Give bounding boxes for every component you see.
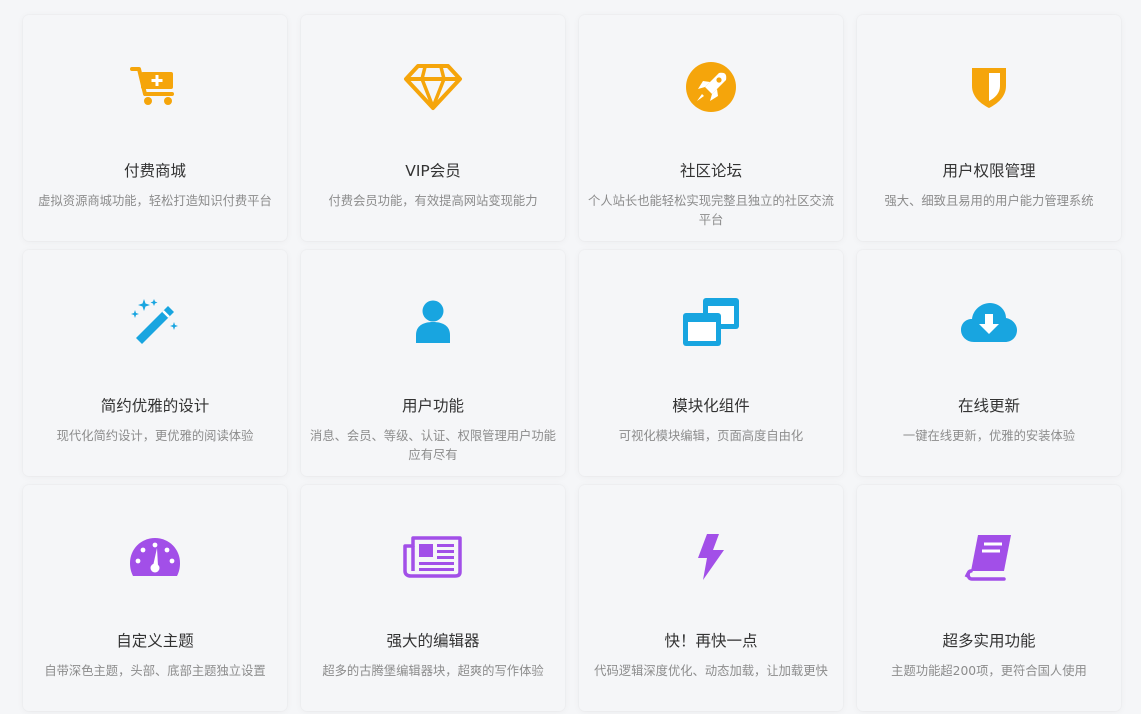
windows-restore-icon	[579, 292, 843, 352]
feature-card-online-update: 在线更新 一键在线更新，优雅的安装体验	[857, 250, 1121, 476]
feature-title: 快！再快一点	[664, 632, 758, 650]
feature-desc: 虚拟资源商城功能，轻松打造知识付费平台	[38, 194, 272, 208]
feature-card-paid-mall: 付费商城 虚拟资源商城功能，轻松打造知识付费平台	[23, 15, 287, 241]
lightning-bolt-icon	[579, 527, 843, 587]
feature-title: 超多实用功能	[942, 632, 1036, 650]
cloud-download-icon	[857, 292, 1121, 352]
feature-title: 在线更新	[957, 397, 1020, 415]
feature-title: 用户功能	[401, 397, 464, 415]
feature-title: 用户权限管理	[942, 162, 1036, 180]
feature-desc: 代码逻辑深度优化、动态加载，让加载更快	[594, 664, 828, 678]
feature-desc: 自带深色主题，头部、底部主题独立设置	[44, 664, 266, 678]
feature-card-custom-theme: 自定义主题 自带深色主题，头部、底部主题独立设置	[23, 485, 287, 711]
feature-title: 社区论坛	[679, 162, 742, 180]
feature-desc: 消息、会员、等级、认证、权限管理用户功能应有尽有	[310, 429, 556, 462]
feature-card-practical: 超多实用功能 主题功能超200项，更符合国人使用	[857, 485, 1121, 711]
feature-grid: 付费商城 虚拟资源商城功能，轻松打造知识付费平台 VIP会员 付费会员功能，有效…	[23, 15, 1121, 711]
feature-title: 强大的编辑器	[386, 632, 480, 650]
feature-title: 自定义主题	[116, 632, 194, 650]
feature-desc: 个人站长也能轻松实现完整且独立的社区交流平台	[588, 194, 834, 227]
feature-desc: 主题功能超200项，更符合国人使用	[891, 664, 1087, 678]
feature-title: 模块化组件	[672, 397, 750, 415]
feature-card-user-functions: 用户功能 消息、会员、等级、认证、权限管理用户功能应有尽有	[301, 250, 565, 476]
diamond-icon	[301, 57, 565, 117]
feature-desc: 可视化模块编辑，页面高度自由化	[618, 429, 804, 443]
feature-card-permissions: 用户权限管理 强大、细致且易用的用户能力管理系统	[857, 15, 1121, 241]
feature-title: VIP会员	[405, 162, 461, 180]
feature-desc: 付费会员功能，有效提高网站变现能力	[328, 194, 538, 208]
feature-desc: 强大、细致且易用的用户能力管理系统	[884, 194, 1094, 208]
feature-card-speed: 快！再快一点 代码逻辑深度优化、动态加载，让加载更快	[579, 485, 843, 711]
user-icon	[301, 292, 565, 352]
shopping-cart-plus-icon	[23, 57, 287, 117]
feature-title: 简约优雅的设计	[100, 397, 210, 415]
feature-card-modular: 模块化组件 可视化模块编辑，页面高度自由化	[579, 250, 843, 476]
feature-card-design: 简约优雅的设计 现代化简约设计，更优雅的阅读体验	[23, 250, 287, 476]
feature-desc: 一键在线更新，优雅的安装体验	[902, 429, 1076, 443]
rocket-circle-icon	[579, 57, 843, 117]
feature-card-vip: VIP会员 付费会员功能，有效提高网站变现能力	[301, 15, 565, 241]
feature-desc: 现代化简约设计，更优雅的阅读体验	[56, 429, 254, 443]
dashboard-gauge-icon	[23, 527, 287, 587]
magic-wand-icon	[23, 292, 287, 352]
feature-desc: 超多的古腾堡编辑器块，超爽的写作体验	[322, 664, 544, 678]
newspaper-icon	[301, 527, 565, 587]
feature-card-forum: 社区论坛 个人站长也能轻松实现完整且独立的社区交流平台	[579, 15, 843, 241]
book-icon	[857, 527, 1121, 587]
feature-title: 付费商城	[123, 162, 186, 180]
shield-icon	[857, 57, 1121, 117]
feature-card-editor: 强大的编辑器 超多的古腾堡编辑器块，超爽的写作体验	[301, 485, 565, 711]
